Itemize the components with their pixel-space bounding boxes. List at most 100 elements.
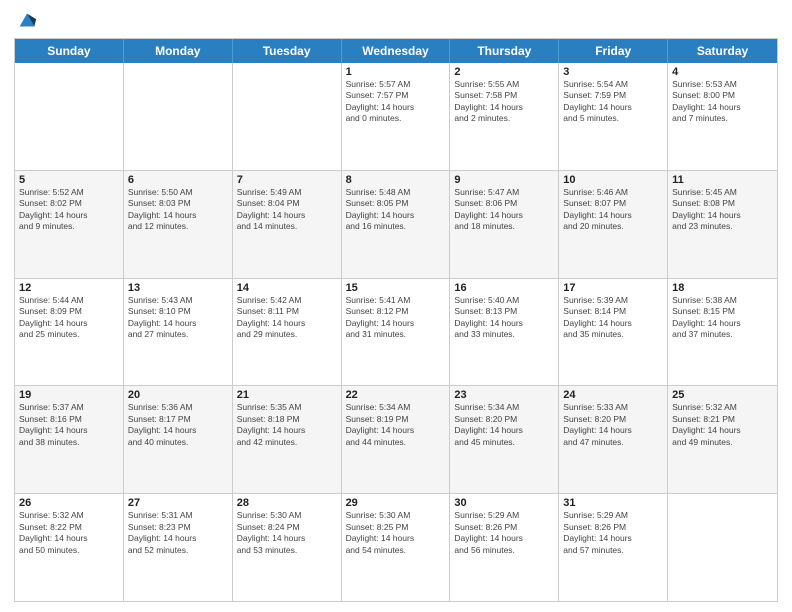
cal-cell: 28Sunrise: 5:30 AM Sunset: 8:24 PM Dayli… bbox=[233, 494, 342, 601]
cal-row-4: 26Sunrise: 5:32 AM Sunset: 8:22 PM Dayli… bbox=[15, 493, 777, 601]
cal-cell: 1Sunrise: 5:57 AM Sunset: 7:57 PM Daylig… bbox=[342, 63, 451, 170]
cell-text: Sunrise: 5:31 AM Sunset: 8:23 PM Dayligh… bbox=[128, 510, 228, 556]
cell-text: Sunrise: 5:29 AM Sunset: 8:26 PM Dayligh… bbox=[454, 510, 554, 556]
cal-cell: 9Sunrise: 5:47 AM Sunset: 8:06 PM Daylig… bbox=[450, 171, 559, 278]
cell-text: Sunrise: 5:47 AM Sunset: 8:06 PM Dayligh… bbox=[454, 187, 554, 233]
cell-text: Sunrise: 5:42 AM Sunset: 8:11 PM Dayligh… bbox=[237, 295, 337, 341]
day-number: 16 bbox=[454, 282, 554, 294]
day-number: 14 bbox=[237, 282, 337, 294]
cell-text: Sunrise: 5:41 AM Sunset: 8:12 PM Dayligh… bbox=[346, 295, 446, 341]
cal-cell bbox=[124, 63, 233, 170]
cell-text: Sunrise: 5:30 AM Sunset: 8:24 PM Dayligh… bbox=[237, 510, 337, 556]
cal-cell: 10Sunrise: 5:46 AM Sunset: 8:07 PM Dayli… bbox=[559, 171, 668, 278]
day-number: 22 bbox=[346, 389, 446, 401]
cal-cell bbox=[668, 494, 777, 601]
day-number: 18 bbox=[672, 282, 773, 294]
day-number: 2 bbox=[454, 66, 554, 78]
cal-cell: 24Sunrise: 5:33 AM Sunset: 8:20 PM Dayli… bbox=[559, 386, 668, 493]
day-number: 8 bbox=[346, 174, 446, 186]
cal-cell: 27Sunrise: 5:31 AM Sunset: 8:23 PM Dayli… bbox=[124, 494, 233, 601]
cell-text: Sunrise: 5:44 AM Sunset: 8:09 PM Dayligh… bbox=[19, 295, 119, 341]
day-number: 17 bbox=[563, 282, 663, 294]
day-number: 19 bbox=[19, 389, 119, 401]
cal-header-monday: Monday bbox=[124, 39, 233, 63]
cell-text: Sunrise: 5:33 AM Sunset: 8:20 PM Dayligh… bbox=[563, 402, 663, 448]
cal-row-0: 1Sunrise: 5:57 AM Sunset: 7:57 PM Daylig… bbox=[15, 63, 777, 170]
cal-row-1: 5Sunrise: 5:52 AM Sunset: 8:02 PM Daylig… bbox=[15, 170, 777, 278]
cal-cell: 21Sunrise: 5:35 AM Sunset: 8:18 PM Dayli… bbox=[233, 386, 342, 493]
cal-header-friday: Friday bbox=[559, 39, 668, 63]
cal-cell: 29Sunrise: 5:30 AM Sunset: 8:25 PM Dayli… bbox=[342, 494, 451, 601]
cell-text: Sunrise: 5:52 AM Sunset: 8:02 PM Dayligh… bbox=[19, 187, 119, 233]
cell-text: Sunrise: 5:55 AM Sunset: 7:58 PM Dayligh… bbox=[454, 79, 554, 125]
cal-cell bbox=[233, 63, 342, 170]
cell-text: Sunrise: 5:37 AM Sunset: 8:16 PM Dayligh… bbox=[19, 402, 119, 448]
cal-cell bbox=[15, 63, 124, 170]
cell-text: Sunrise: 5:30 AM Sunset: 8:25 PM Dayligh… bbox=[346, 510, 446, 556]
day-number: 30 bbox=[454, 497, 554, 509]
day-number: 21 bbox=[237, 389, 337, 401]
calendar-header-row: SundayMondayTuesdayWednesdayThursdayFrid… bbox=[15, 39, 777, 63]
day-number: 15 bbox=[346, 282, 446, 294]
day-number: 31 bbox=[563, 497, 663, 509]
day-number: 7 bbox=[237, 174, 337, 186]
cal-cell: 7Sunrise: 5:49 AM Sunset: 8:04 PM Daylig… bbox=[233, 171, 342, 278]
day-number: 5 bbox=[19, 174, 119, 186]
cal-header-saturday: Saturday bbox=[668, 39, 777, 63]
day-number: 25 bbox=[672, 389, 773, 401]
logo bbox=[14, 10, 38, 32]
cell-text: Sunrise: 5:36 AM Sunset: 8:17 PM Dayligh… bbox=[128, 402, 228, 448]
cal-cell: 23Sunrise: 5:34 AM Sunset: 8:20 PM Dayli… bbox=[450, 386, 559, 493]
cal-row-3: 19Sunrise: 5:37 AM Sunset: 8:16 PM Dayli… bbox=[15, 385, 777, 493]
day-number: 20 bbox=[128, 389, 228, 401]
cell-text: Sunrise: 5:45 AM Sunset: 8:08 PM Dayligh… bbox=[672, 187, 773, 233]
cal-cell: 4Sunrise: 5:53 AM Sunset: 8:00 PM Daylig… bbox=[668, 63, 777, 170]
cell-text: Sunrise: 5:48 AM Sunset: 8:05 PM Dayligh… bbox=[346, 187, 446, 233]
page: SundayMondayTuesdayWednesdayThursdayFrid… bbox=[0, 0, 792, 612]
cal-cell: 13Sunrise: 5:43 AM Sunset: 8:10 PM Dayli… bbox=[124, 279, 233, 386]
cal-cell: 12Sunrise: 5:44 AM Sunset: 8:09 PM Dayli… bbox=[15, 279, 124, 386]
cal-cell: 6Sunrise: 5:50 AM Sunset: 8:03 PM Daylig… bbox=[124, 171, 233, 278]
cal-cell: 31Sunrise: 5:29 AM Sunset: 8:26 PM Dayli… bbox=[559, 494, 668, 601]
header bbox=[14, 10, 778, 32]
cal-cell: 11Sunrise: 5:45 AM Sunset: 8:08 PM Dayli… bbox=[668, 171, 777, 278]
day-number: 24 bbox=[563, 389, 663, 401]
cal-cell: 30Sunrise: 5:29 AM Sunset: 8:26 PM Dayli… bbox=[450, 494, 559, 601]
day-number: 1 bbox=[346, 66, 446, 78]
cell-text: Sunrise: 5:50 AM Sunset: 8:03 PM Dayligh… bbox=[128, 187, 228, 233]
day-number: 9 bbox=[454, 174, 554, 186]
cal-cell: 2Sunrise: 5:55 AM Sunset: 7:58 PM Daylig… bbox=[450, 63, 559, 170]
day-number: 10 bbox=[563, 174, 663, 186]
day-number: 12 bbox=[19, 282, 119, 294]
cal-cell: 14Sunrise: 5:42 AM Sunset: 8:11 PM Dayli… bbox=[233, 279, 342, 386]
cal-cell: 8Sunrise: 5:48 AM Sunset: 8:05 PM Daylig… bbox=[342, 171, 451, 278]
cell-text: Sunrise: 5:53 AM Sunset: 8:00 PM Dayligh… bbox=[672, 79, 773, 125]
day-number: 23 bbox=[454, 389, 554, 401]
day-number: 3 bbox=[563, 66, 663, 78]
cell-text: Sunrise: 5:34 AM Sunset: 8:20 PM Dayligh… bbox=[454, 402, 554, 448]
cal-cell: 26Sunrise: 5:32 AM Sunset: 8:22 PM Dayli… bbox=[15, 494, 124, 601]
cell-text: Sunrise: 5:43 AM Sunset: 8:10 PM Dayligh… bbox=[128, 295, 228, 341]
cal-cell: 16Sunrise: 5:40 AM Sunset: 8:13 PM Dayli… bbox=[450, 279, 559, 386]
day-number: 4 bbox=[672, 66, 773, 78]
day-number: 13 bbox=[128, 282, 228, 294]
cal-header-thursday: Thursday bbox=[450, 39, 559, 63]
cal-cell: 19Sunrise: 5:37 AM Sunset: 8:16 PM Dayli… bbox=[15, 386, 124, 493]
cell-text: Sunrise: 5:34 AM Sunset: 8:19 PM Dayligh… bbox=[346, 402, 446, 448]
cell-text: Sunrise: 5:57 AM Sunset: 7:57 PM Dayligh… bbox=[346, 79, 446, 125]
cal-header-wednesday: Wednesday bbox=[342, 39, 451, 63]
cell-text: Sunrise: 5:54 AM Sunset: 7:59 PM Dayligh… bbox=[563, 79, 663, 125]
cal-cell: 25Sunrise: 5:32 AM Sunset: 8:21 PM Dayli… bbox=[668, 386, 777, 493]
cell-text: Sunrise: 5:29 AM Sunset: 8:26 PM Dayligh… bbox=[563, 510, 663, 556]
cal-cell: 22Sunrise: 5:34 AM Sunset: 8:19 PM Dayli… bbox=[342, 386, 451, 493]
cell-text: Sunrise: 5:40 AM Sunset: 8:13 PM Dayligh… bbox=[454, 295, 554, 341]
cal-cell: 20Sunrise: 5:36 AM Sunset: 8:17 PM Dayli… bbox=[124, 386, 233, 493]
cal-cell: 15Sunrise: 5:41 AM Sunset: 8:12 PM Dayli… bbox=[342, 279, 451, 386]
calendar-body: 1Sunrise: 5:57 AM Sunset: 7:57 PM Daylig… bbox=[15, 63, 777, 601]
cal-row-2: 12Sunrise: 5:44 AM Sunset: 8:09 PM Dayli… bbox=[15, 278, 777, 386]
cell-text: Sunrise: 5:32 AM Sunset: 8:21 PM Dayligh… bbox=[672, 402, 773, 448]
cal-cell: 17Sunrise: 5:39 AM Sunset: 8:14 PM Dayli… bbox=[559, 279, 668, 386]
day-number: 29 bbox=[346, 497, 446, 509]
cal-cell: 3Sunrise: 5:54 AM Sunset: 7:59 PM Daylig… bbox=[559, 63, 668, 170]
day-number: 11 bbox=[672, 174, 773, 186]
